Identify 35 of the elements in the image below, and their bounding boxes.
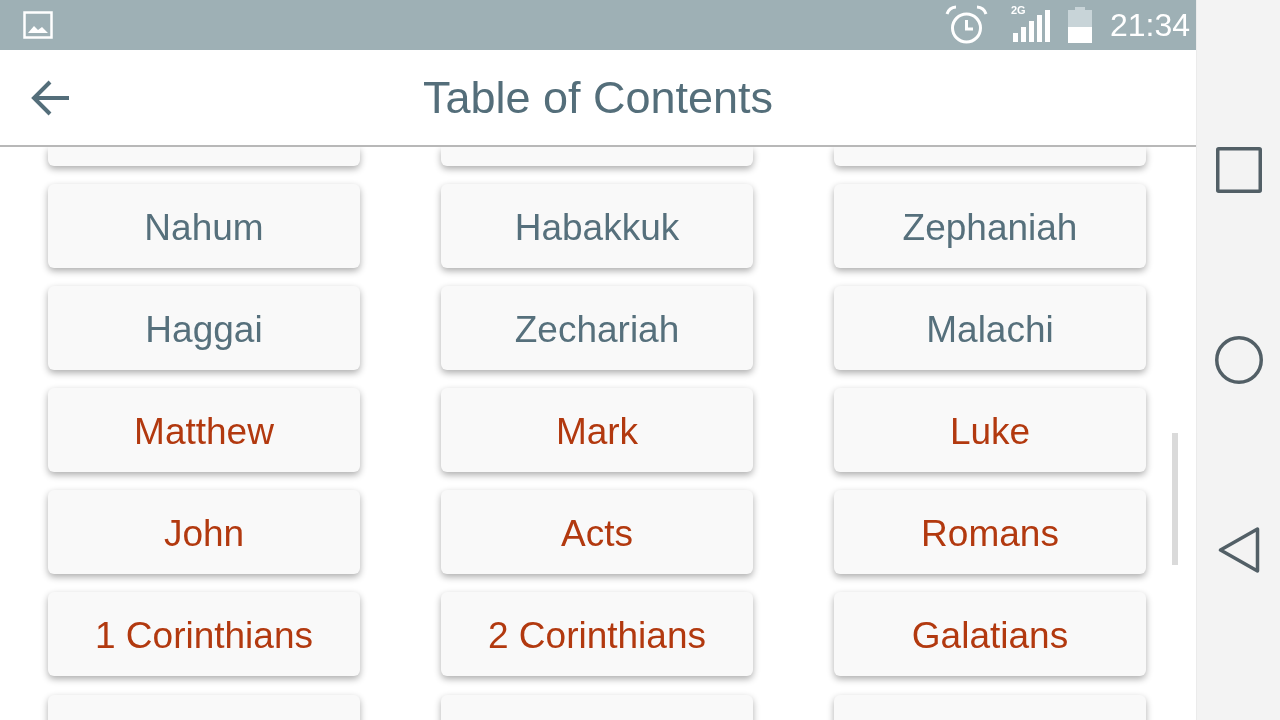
book-button[interactable] (834, 147, 1146, 166)
back-button[interactable] (30, 79, 70, 116)
back-arrow-icon (30, 79, 70, 116)
book-button[interactable] (48, 695, 360, 720)
book-button[interactable]: Nahum (48, 184, 360, 268)
book-button[interactable] (48, 147, 360, 166)
book-button[interactable]: Mark (441, 388, 753, 472)
book-button[interactable]: 2 Corinthians (441, 592, 753, 676)
square-icon (1215, 147, 1262, 193)
book-button[interactable]: Matthew (48, 388, 360, 472)
circle-icon (1214, 336, 1263, 384)
book-button[interactable] (834, 695, 1146, 720)
screen-title: Table of Contents (422, 71, 774, 124)
book-button[interactable]: Acts (441, 490, 753, 574)
recent-apps-button[interactable] (1215, 147, 1262, 193)
book-button[interactable]: Luke (834, 388, 1146, 472)
image-icon (23, 11, 53, 39)
book-button[interactable]: Galatians (834, 592, 1146, 676)
alarm-clock-icon (944, 5, 988, 45)
triangle-icon (1217, 527, 1260, 573)
book-button[interactable]: Zechariah (441, 286, 753, 370)
home-button[interactable] (1214, 336, 1263, 384)
book-button[interactable]: 1 Corinthians (48, 592, 360, 676)
book-button[interactable]: Zephaniah (834, 184, 1146, 268)
battery-icon (1067, 7, 1092, 43)
book-button[interactable]: Malachi (834, 286, 1146, 370)
book-button[interactable]: John (48, 490, 360, 574)
back-nav-button[interactable] (1217, 527, 1260, 573)
book-button[interactable] (441, 147, 753, 166)
book-button[interactable]: Romans (834, 490, 1146, 574)
book-button[interactable] (441, 695, 753, 720)
book-button[interactable]: Habakkuk (441, 184, 753, 268)
network-type: 2G (1010, 4, 1026, 16)
book-button[interactable]: Haggai (48, 286, 360, 370)
clock-time: 21:34 (1109, 7, 1190, 43)
